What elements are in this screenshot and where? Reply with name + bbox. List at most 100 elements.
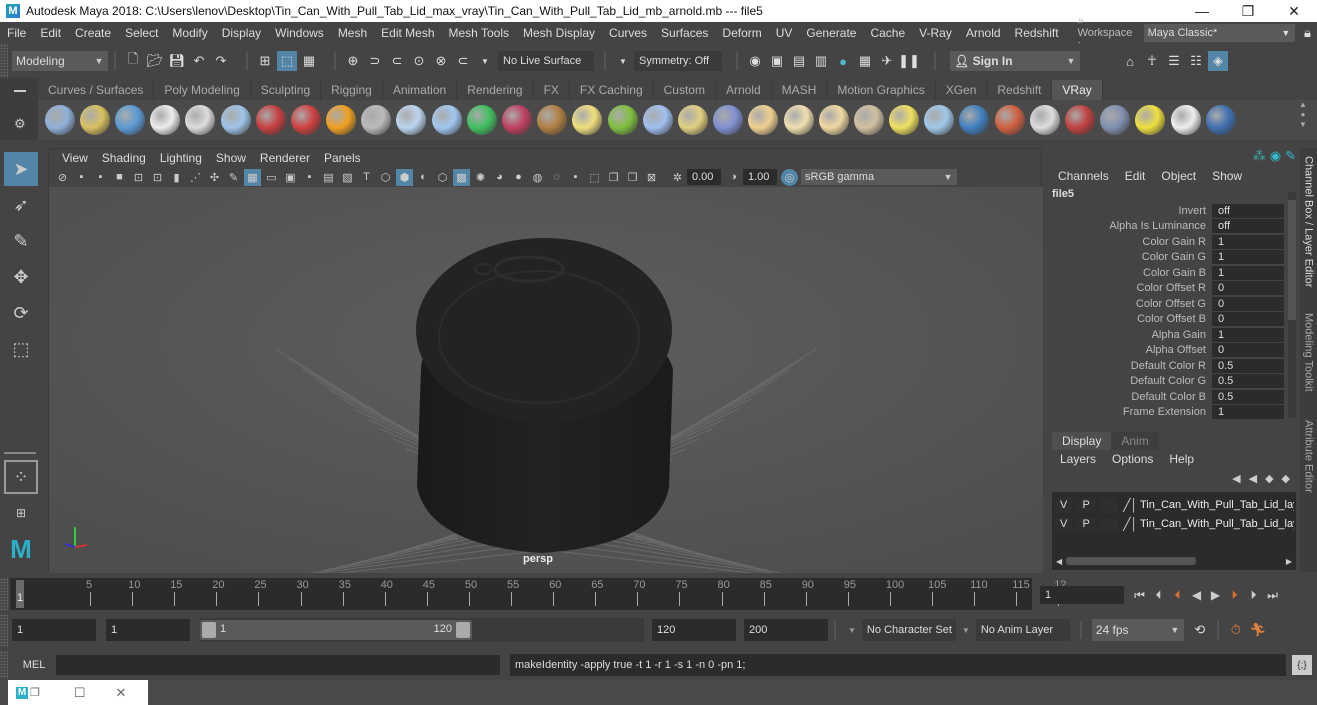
step-forward-frame-icon[interactable]: ⏵ [1244, 585, 1263, 605]
frame-buffer-icon[interactable] [185, 105, 216, 135]
range-slider[interactable]: 1 120 [200, 618, 644, 642]
playback-start-field[interactable]: 1 [106, 619, 190, 641]
shelf-tab-curves-surfaces[interactable]: Curves / Surfaces [38, 80, 155, 100]
step-back-frame-icon[interactable]: ⏴ [1149, 585, 1168, 605]
attribute-row[interactable]: Color Gain R 1 [1048, 234, 1288, 249]
single-perspective-layout-icon[interactable]: ⁘ [4, 460, 38, 494]
attribute-row[interactable]: Color Offset B 0 [1048, 312, 1288, 327]
color-space-dropdown[interactable]: sRGB gamma ▼ [801, 169, 957, 185]
attribute-row[interactable]: Alpha Is Luminance off [1048, 219, 1288, 234]
menu-file[interactable]: File [0, 26, 33, 40]
attribute-value[interactable]: 0.5 [1212, 358, 1284, 373]
close-icon[interactable]: ✕ [116, 685, 127, 701]
drag-handle[interactable] [0, 44, 8, 78]
channel-menu-object[interactable]: Object [1161, 169, 1196, 183]
layer-menu-help[interactable]: Help [1169, 452, 1194, 466]
menu-vray[interactable]: V-Ray [912, 26, 959, 40]
attribute-value[interactable]: 1 [1212, 265, 1284, 280]
render-settings-icon[interactable]: ▥ [811, 51, 831, 71]
select-by-object-icon[interactable]: ⬚ [277, 51, 297, 71]
channel-menu-show[interactable]: Show [1212, 169, 1242, 183]
attribute-row[interactable]: Default Color B 0.5 [1048, 389, 1288, 404]
smooth-shade-icon[interactable]: ⬢ [396, 168, 413, 186]
scroll-left-icon[interactable]: ◀ [1056, 557, 1062, 566]
move-layer-up-icon[interactable]: ◀︎ [1232, 472, 1240, 485]
shelf-tab-sculpting[interactable]: Sculpting [251, 80, 322, 100]
anti-aliasing-icon[interactable]: ◌ [548, 169, 565, 186]
motion-blur-icon[interactable]: ◍ [529, 169, 546, 186]
anim-layer-field[interactable]: No Anim Layer [975, 619, 1070, 641]
attribute-value[interactable]: 0 [1212, 296, 1284, 311]
go-to-end-icon[interactable]: ⏭ [1263, 585, 1282, 605]
shelf-tab-fx-caching[interactable]: FX Caching [570, 80, 654, 100]
shelf-tab-arnold[interactable]: Arnold [716, 80, 772, 100]
attribute-editor-icon[interactable]: ☰ [1164, 51, 1184, 71]
layer-color-swatch[interactable]: ╱│ [1123, 498, 1138, 512]
layer-menu-layers[interactable]: Layers [1060, 452, 1096, 466]
step-back-key-icon[interactable]: ⏴ [1168, 585, 1187, 605]
attribute-value[interactable]: 0 [1212, 312, 1284, 326]
attribute-value[interactable]: 0 [1212, 281, 1284, 295]
xray-joints-icon[interactable]: ❐ [624, 169, 641, 186]
shelf-scroll[interactable]: ▲ ● ▼ [1296, 100, 1310, 140]
lock-icon[interactable]: 🔒︎ [1299, 23, 1316, 43]
shelf-tab-redshift[interactable]: Redshift [987, 80, 1053, 100]
channel-menu-channels[interactable]: Channels [1058, 169, 1109, 183]
step-forward-key-icon[interactable]: ⏵ [1225, 585, 1244, 605]
menu-generate[interactable]: Generate [799, 26, 863, 40]
layer-color-swatch[interactable]: ╱│ [1123, 517, 1138, 531]
color-management-icon[interactable]: ◎ [781, 168, 798, 186]
wireframe-icon[interactable]: ⬡ [377, 169, 394, 186]
box-icon[interactable] [396, 105, 427, 135]
chevron-down-icon[interactable]: ▼ [475, 51, 495, 71]
new-scene-icon[interactable]: 🗋 [123, 51, 143, 71]
play-backwards-icon[interactable]: ◀ [1187, 585, 1206, 605]
ipr-render-icon[interactable]: ▤ [789, 51, 809, 71]
depth-of-field-icon[interactable]: ▪ [567, 169, 584, 186]
viewport-menu-show[interactable]: Show [209, 151, 253, 165]
xray-active-icon[interactable]: ⊠ [643, 169, 660, 186]
viewport-menu-renderer[interactable]: Renderer [253, 151, 317, 165]
pencil-icon[interactable]: ✎ [225, 169, 242, 186]
image-plane-icon[interactable]: ▪ [92, 169, 109, 186]
viewport-menu-shading[interactable]: Shading [95, 151, 153, 165]
script-language-toggle[interactable]: MEL [12, 659, 56, 671]
playback-end-field[interactable]: 120 [652, 619, 736, 641]
default-material-icon[interactable]: ◐ [415, 169, 432, 186]
character-set-field[interactable]: No Character Set [861, 619, 956, 641]
select-by-component-icon[interactable]: ▦ [299, 51, 319, 71]
camera-attributes-2-icon[interactable]: ⊡ [149, 169, 166, 186]
rotate-tool-icon[interactable]: ⟳ [4, 296, 38, 330]
menu-select[interactable]: Select [118, 26, 165, 40]
sync-icon[interactable]: ◉ [1270, 148, 1281, 164]
character-controls-icon[interactable]: ☥ [1142, 51, 1162, 71]
sign-in-dropdown[interactable]: 👤︎ Sign In ▼ [950, 51, 1080, 71]
sun-icon[interactable] [889, 105, 920, 135]
fur-icon[interactable] [502, 105, 533, 135]
camera-icon[interactable] [255, 105, 286, 135]
texture-icon[interactable] [537, 105, 568, 135]
sphere-fade-icon[interactable] [220, 105, 251, 135]
isolate-select-icon[interactable]: ⬚ [586, 169, 603, 186]
loop-icon[interactable]: ⟲ [1190, 620, 1210, 640]
lasso-tool-icon[interactable]: ➶ [4, 188, 38, 222]
viewport-menu-panels[interactable]: Panels [317, 151, 368, 165]
layer-name[interactable]: Tin_Can_With_Pull_Tab_Lid_lay [1140, 518, 1294, 530]
tab-display[interactable]: Display [1052, 432, 1112, 450]
settings-list-icon[interactable] [114, 105, 145, 135]
attribute-value[interactable]: 0.5 [1212, 389, 1284, 404]
menu-display[interactable]: Display [215, 26, 268, 40]
auto-key-icon[interactable]: ⏱ [1226, 620, 1246, 640]
spot-light-icon[interactable] [783, 105, 814, 135]
make-live-icon[interactable]: ⊂ [453, 51, 473, 71]
field-chart-icon[interactable]: ▤ [320, 169, 337, 186]
dome-light-icon[interactable] [748, 105, 779, 135]
shelf-tab-poly-modeling[interactable]: Poly Modeling [154, 80, 251, 100]
xray-icon[interactable]: ❐ [605, 169, 622, 186]
proxy-icon[interactable] [361, 105, 392, 135]
vray-logo-icon[interactable] [150, 105, 181, 135]
render-setup-icon[interactable]: ▦ [855, 51, 875, 71]
menu-arnold[interactable]: Arnold [959, 26, 1008, 40]
attribute-row[interactable]: Default Color R 0.5 [1048, 358, 1288, 373]
chevron-down-icon[interactable]: ▼ [613, 51, 633, 71]
